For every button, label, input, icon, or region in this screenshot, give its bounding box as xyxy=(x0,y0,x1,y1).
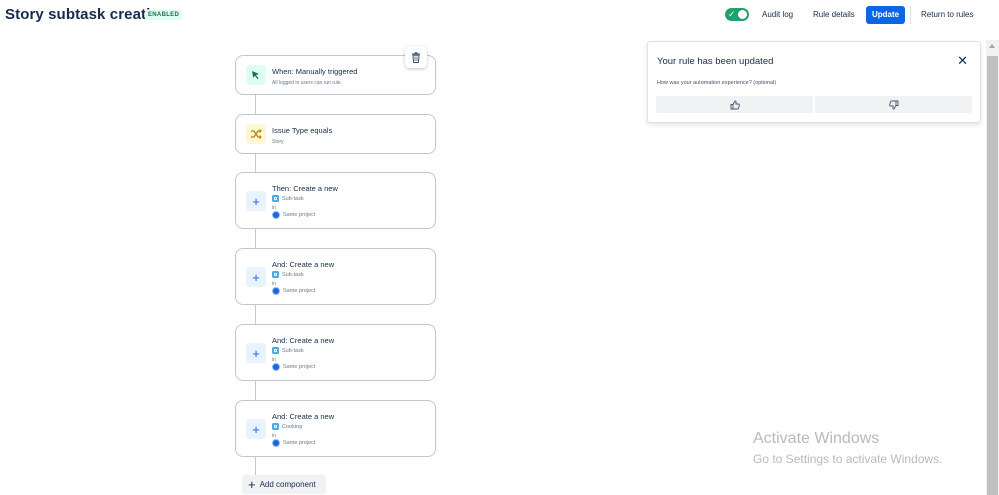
add-component-label: Add component xyxy=(259,480,316,489)
issue-type-label: Cooking xyxy=(282,423,303,430)
component-title: When: Manually triggered xyxy=(272,67,358,76)
project-label: Same project xyxy=(283,440,316,446)
issue-type-label: Sub-task xyxy=(282,347,304,354)
plus-icon: + xyxy=(246,343,266,363)
cursor-click-icon xyxy=(246,65,266,85)
check-icon: ✓ xyxy=(728,9,736,19)
subtask-icon xyxy=(272,195,279,202)
component-subtitle: Story xyxy=(272,139,284,145)
thumbs-up-button[interactable] xyxy=(656,96,813,113)
project-icon xyxy=(272,363,280,371)
header: Story subtask creation ENABLED ✓ Audit l… xyxy=(0,0,999,32)
action-card[interactable]: + And: Create a new Sub-task in Same pro… xyxy=(235,324,436,381)
thumbs-down-button[interactable] xyxy=(815,96,972,113)
feedback-question: How was your automation experience? (opt… xyxy=(657,80,777,86)
scrollbar-thumb[interactable] xyxy=(987,56,998,495)
flag-title: Your rule has been updated xyxy=(657,56,774,67)
component-title: Issue Type equals xyxy=(272,126,333,135)
shuffle-icon xyxy=(246,124,266,144)
project-row: Same project xyxy=(272,287,315,295)
project-icon xyxy=(272,439,280,447)
issue-type-row: Sub-task xyxy=(272,271,304,278)
toggle-knob xyxy=(738,10,747,19)
project-icon xyxy=(272,211,280,219)
component-title: And: Create a new xyxy=(272,260,335,269)
project-label: Same project xyxy=(283,288,316,294)
action-card[interactable]: + Then: Create a new Sub-task in Same pr… xyxy=(235,172,436,229)
condition-card[interactable]: Issue Type equals Story xyxy=(235,114,436,154)
component-title: And: Create a new xyxy=(272,336,335,345)
plus-icon: + xyxy=(246,419,266,439)
rule-updated-flag: Your rule has been updated ✕ How was you… xyxy=(647,41,981,123)
issue-type-icon xyxy=(272,423,279,430)
project-label: Same project xyxy=(283,212,316,218)
component-title: And: Create a new xyxy=(272,412,335,421)
project-icon xyxy=(272,287,280,295)
rule-details-button[interactable]: Rule details xyxy=(809,6,859,24)
project-row: Same project xyxy=(272,211,315,219)
issue-type-label: Sub-task xyxy=(282,271,304,278)
plus-icon: + xyxy=(248,477,256,492)
close-icon[interactable]: ✕ xyxy=(957,54,968,67)
action-card[interactable]: + And: Create a new Sub-task in Same pro… xyxy=(235,248,436,305)
return-to-rules-button[interactable]: Return to rules xyxy=(917,6,977,24)
activate-windows-title: Activate Windows xyxy=(753,430,880,447)
thumbs-down-icon xyxy=(888,100,898,109)
delete-component-button[interactable] xyxy=(405,46,427,68)
audit-log-button[interactable]: Audit log xyxy=(758,6,797,24)
issue-type-row: Cooking xyxy=(272,423,302,430)
plus-icon: + xyxy=(246,191,266,211)
component-subtitle: All logged in users can run rule. xyxy=(272,80,343,86)
project-row: Same project xyxy=(272,363,315,371)
component-title: Then: Create a new xyxy=(272,184,338,193)
status-badge: ENABLED xyxy=(145,10,183,20)
thumbs-up-icon xyxy=(730,100,740,109)
subtask-icon xyxy=(272,271,279,278)
scroll-up-icon[interactable] xyxy=(989,44,995,48)
project-label: Same project xyxy=(283,364,316,370)
project-row: Same project xyxy=(272,439,315,447)
add-component-button[interactable]: + Add component xyxy=(242,475,326,494)
issue-type-label: Sub-task xyxy=(282,195,304,202)
activate-windows-subtitle: Go to Settings to activate Windows. xyxy=(753,452,943,466)
update-button[interactable]: Update xyxy=(866,6,906,24)
rule-enabled-toggle[interactable]: ✓ xyxy=(725,8,749,21)
action-card[interactable]: + And: Create a new Cooking in Same proj… xyxy=(235,400,436,457)
trash-icon xyxy=(412,51,420,63)
header-divider xyxy=(910,6,911,24)
issue-type-row: Sub-task xyxy=(272,347,304,354)
plus-icon: + xyxy=(246,267,266,287)
subtask-icon xyxy=(272,347,279,354)
issue-type-row: Sub-task xyxy=(272,195,304,202)
